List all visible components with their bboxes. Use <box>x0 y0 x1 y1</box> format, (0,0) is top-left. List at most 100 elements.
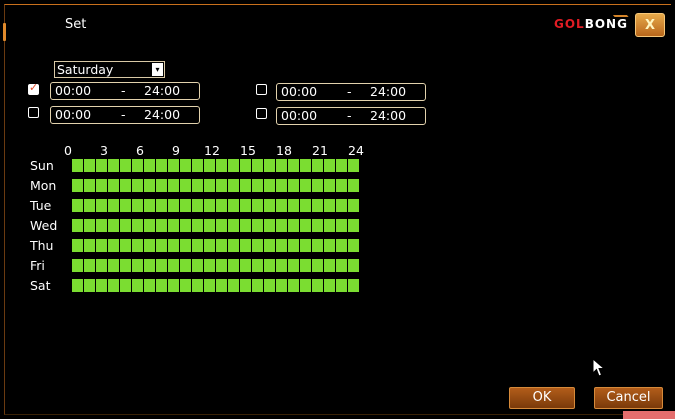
schedule-cell[interactable] <box>84 219 95 232</box>
schedule-cell[interactable] <box>156 219 167 232</box>
schedule-cell[interactable] <box>204 159 215 172</box>
schedule-cell[interactable] <box>240 179 251 192</box>
schedule-cell[interactable] <box>72 179 83 192</box>
schedule-cell[interactable] <box>72 239 83 252</box>
schedule-cell[interactable] <box>264 219 275 232</box>
schedule-cell[interactable] <box>72 199 83 212</box>
schedule-cell[interactable] <box>216 159 227 172</box>
period-1-time-field[interactable]: 00:00 - 24:00 <box>50 82 200 100</box>
schedule-cell[interactable] <box>300 199 311 212</box>
schedule-cell[interactable] <box>144 159 155 172</box>
schedule-cell[interactable] <box>156 179 167 192</box>
schedule-cell[interactable] <box>96 179 107 192</box>
schedule-cell[interactable] <box>336 219 347 232</box>
schedule-cell[interactable] <box>132 179 143 192</box>
schedule-cell[interactable] <box>168 199 179 212</box>
schedule-cell[interactable] <box>336 259 347 272</box>
schedule-cell[interactable] <box>312 199 323 212</box>
schedule-cell[interactable] <box>144 259 155 272</box>
schedule-cell[interactable] <box>144 199 155 212</box>
schedule-cell[interactable] <box>240 219 251 232</box>
schedule-cell[interactable] <box>204 259 215 272</box>
schedule-cell[interactable] <box>300 239 311 252</box>
schedule-cell[interactable] <box>312 159 323 172</box>
schedule-cell[interactable] <box>108 219 119 232</box>
schedule-cell[interactable] <box>252 279 263 292</box>
schedule-cell[interactable] <box>288 219 299 232</box>
schedule-cell[interactable] <box>192 199 203 212</box>
schedule-cell[interactable] <box>72 219 83 232</box>
schedule-cell[interactable] <box>72 159 83 172</box>
schedule-cell[interactable] <box>192 239 203 252</box>
schedule-cell[interactable] <box>324 219 335 232</box>
period-4-time-field[interactable]: 00:00 - 24:00 <box>276 107 426 125</box>
schedule-cell[interactable] <box>288 199 299 212</box>
schedule-cell[interactable] <box>192 219 203 232</box>
schedule-cell[interactable] <box>120 259 131 272</box>
schedule-cell[interactable] <box>300 179 311 192</box>
schedule-cell[interactable] <box>276 179 287 192</box>
schedule-cell[interactable] <box>84 259 95 272</box>
schedule-cell[interactable] <box>72 259 83 272</box>
schedule-cell[interactable] <box>240 279 251 292</box>
period-2-checkbox[interactable] <box>256 84 267 95</box>
schedule-row-wed[interactable] <box>72 219 360 232</box>
schedule-cell[interactable] <box>312 179 323 192</box>
schedule-cell[interactable] <box>84 179 95 192</box>
schedule-cell[interactable] <box>336 199 347 212</box>
schedule-cell[interactable] <box>168 159 179 172</box>
schedule-row-fri[interactable] <box>72 259 360 272</box>
schedule-cell[interactable] <box>120 179 131 192</box>
period-3-time-field[interactable]: 00:00 - 24:00 <box>50 106 200 124</box>
schedule-cell[interactable] <box>180 279 191 292</box>
schedule-cell[interactable] <box>180 159 191 172</box>
schedule-cell[interactable] <box>120 199 131 212</box>
schedule-cell[interactable] <box>216 199 227 212</box>
schedule-cell[interactable] <box>228 279 239 292</box>
schedule-cell[interactable] <box>264 279 275 292</box>
schedule-cell[interactable] <box>168 259 179 272</box>
schedule-cell[interactable] <box>156 159 167 172</box>
schedule-cell[interactable] <box>324 259 335 272</box>
schedule-cell[interactable] <box>108 159 119 172</box>
schedule-cell[interactable] <box>288 239 299 252</box>
schedule-cell[interactable] <box>312 279 323 292</box>
schedule-cell[interactable] <box>252 259 263 272</box>
schedule-cell[interactable] <box>336 179 347 192</box>
schedule-cell[interactable] <box>228 239 239 252</box>
schedule-cell[interactable] <box>300 159 311 172</box>
schedule-cell[interactable] <box>312 239 323 252</box>
close-button[interactable]: X <box>635 13 665 37</box>
schedule-cell[interactable] <box>300 219 311 232</box>
schedule-cell[interactable] <box>252 219 263 232</box>
schedule-cell[interactable] <box>216 279 227 292</box>
schedule-cell[interactable] <box>252 159 263 172</box>
schedule-cell[interactable] <box>336 159 347 172</box>
schedule-cell[interactable] <box>132 219 143 232</box>
schedule-cell[interactable] <box>108 179 119 192</box>
schedule-cell[interactable] <box>228 159 239 172</box>
schedule-cell[interactable] <box>288 179 299 192</box>
schedule-cell[interactable] <box>84 159 95 172</box>
schedule-cell[interactable] <box>132 259 143 272</box>
schedule-cell[interactable] <box>264 199 275 212</box>
schedule-cell[interactable] <box>336 279 347 292</box>
schedule-cell[interactable] <box>264 259 275 272</box>
period-2-time-field[interactable]: 00:00 - 24:00 <box>276 83 426 101</box>
schedule-cell[interactable] <box>264 159 275 172</box>
schedule-cell[interactable] <box>156 199 167 212</box>
schedule-cell[interactable] <box>144 239 155 252</box>
schedule-cell[interactable] <box>144 179 155 192</box>
schedule-cell[interactable] <box>348 219 359 232</box>
schedule-cell[interactable] <box>108 239 119 252</box>
schedule-cell[interactable] <box>216 239 227 252</box>
schedule-cell[interactable] <box>96 259 107 272</box>
schedule-cell[interactable] <box>324 159 335 172</box>
schedule-cell[interactable] <box>192 159 203 172</box>
schedule-row-mon[interactable] <box>72 179 360 192</box>
schedule-cell[interactable] <box>228 199 239 212</box>
schedule-cell[interactable] <box>276 279 287 292</box>
schedule-cell[interactable] <box>180 259 191 272</box>
schedule-cell[interactable] <box>312 259 323 272</box>
schedule-cell[interactable] <box>192 259 203 272</box>
